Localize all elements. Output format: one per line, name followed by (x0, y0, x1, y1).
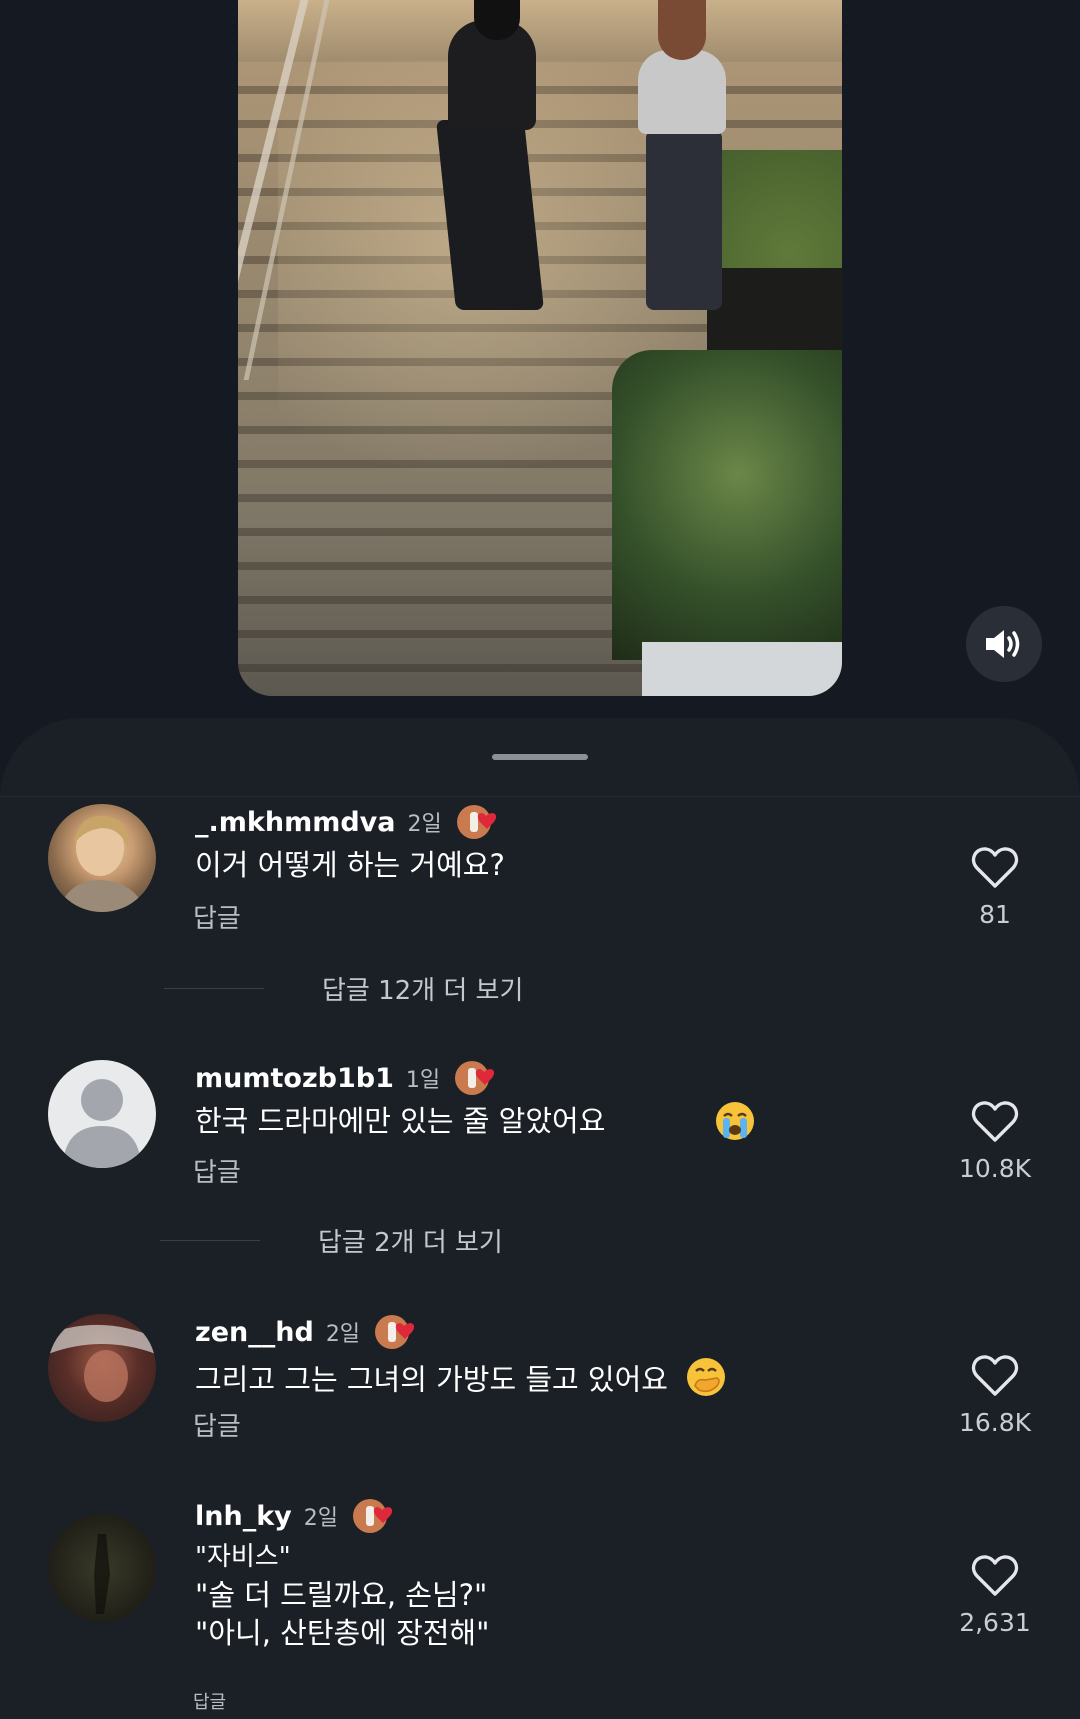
like-count: 81 (979, 900, 1011, 929)
comment-header: zen__hd 2일 (195, 1312, 415, 1352)
video-scene-planter (642, 642, 842, 696)
reply-button[interactable]: 답글 (193, 1406, 241, 1443)
reply-button[interactable]: 답글 (193, 1688, 226, 1714)
comment-username[interactable]: _.mkhmmdva (195, 807, 395, 838)
comment-date: 2일 (303, 1506, 339, 1531)
avatar[interactable] (48, 1060, 156, 1168)
comment-header: _.mkhmmdva 2일 (195, 802, 496, 842)
comment-text: 한국 드라마에만 있는 줄 알았어요 (195, 1102, 605, 1140)
comment-username[interactable]: mumtozb1b1 (195, 1063, 394, 1094)
like-group: 16.8K (945, 1354, 1045, 1437)
sound-toggle-button[interactable] (966, 606, 1042, 682)
avatar-photo (58, 815, 146, 912)
heart-icon[interactable] (971, 1354, 1019, 1398)
view-replies-line (160, 1240, 260, 1241)
heart-icon[interactable] (971, 846, 1019, 890)
avatar-photo (94, 1534, 110, 1614)
avatar[interactable] (48, 804, 156, 912)
avatar[interactable] (48, 1314, 156, 1422)
like-group: 2,631 (945, 1554, 1045, 1637)
video-scene-wall-block (707, 268, 842, 350)
video-person-man-head (474, 0, 520, 40)
comment-header: lnh_ky 2일 (195, 1496, 393, 1536)
sheet-divider (0, 796, 1080, 797)
drag-handle[interactable] (492, 754, 588, 760)
default-avatar-icon (64, 1079, 140, 1168)
comment-text: 이거 어떻게 하는 거예요? (195, 848, 505, 882)
view-more-replies-button[interactable]: 답글 2개 더 보기 (160, 1222, 503, 1259)
video-person-woman-hair (658, 0, 706, 60)
comment-username[interactable]: zen__hd (195, 1317, 314, 1348)
comment-date: 2일 (407, 812, 442, 837)
like-count: 2,631 (959, 1608, 1031, 1637)
comment-date: 2일 (325, 1322, 361, 1347)
video-scene-bushes-2 (612, 350, 842, 660)
video-area (0, 0, 1080, 740)
video-player[interactable] (238, 0, 842, 696)
comment-username[interactable]: lnh_ky (195, 1501, 292, 1532)
creator-liked-badge-icon (454, 1058, 495, 1098)
comment-text-content: 그리고 그는 그녀의 가방도 들고 있어요 (195, 1362, 668, 1397)
reply-button[interactable]: 답글 (193, 898, 241, 935)
heart-icon[interactable] (971, 1100, 1019, 1144)
like-count: 10.8K (958, 1154, 1032, 1183)
like-group: 10.8K (945, 1100, 1045, 1183)
like-group: 81 (945, 846, 1045, 929)
creator-liked-badge-icon (374, 1312, 415, 1352)
video-scene-wall (238, 0, 842, 62)
comment-text-content: 한국 드라마에만 있는 줄 알았어요 (195, 1104, 606, 1138)
comment-text-line-1: "자비스" (195, 1542, 291, 1572)
avatar-photo (48, 1324, 156, 1402)
comment-text-line-2: "술 더 드릴까요, 손님?" (195, 1578, 488, 1612)
face-with-hand-over-mouth-emoji (685, 1356, 727, 1407)
comment-date: 1일 (405, 1068, 441, 1093)
view-replies-label: 답글 2개 더 보기 (318, 1228, 503, 1258)
view-replies-label: 답글 12개 더 보기 (322, 976, 524, 1006)
creator-liked-badge-icon (352, 1496, 393, 1536)
video-person-woman (638, 50, 726, 134)
crying-face-emoji (714, 1100, 756, 1146)
view-more-replies-button[interactable]: 답글 12개 더 보기 (164, 970, 523, 1007)
creator-liked-badge-icon (456, 802, 496, 842)
comment-text: 그리고 그는 그녀의 가방도 들고 있어요 (195, 1356, 727, 1407)
view-replies-line (164, 988, 264, 989)
comments-sheet: _.mkhmmdva 2일 이거 어떻게 하는 거예요? 답글 81 답글 12… (0, 718, 1080, 1719)
comment-header: mumtozb1b1 1일 (195, 1058, 495, 1098)
avatar[interactable] (48, 1514, 156, 1622)
comment-text-line-3: "아니, 산탄총에 장전해" (195, 1616, 490, 1650)
reply-button[interactable]: 답글 (193, 1152, 241, 1189)
like-count: 16.8K (958, 1408, 1032, 1437)
video-person-woman-legs (646, 130, 722, 310)
speaker-on-icon (986, 630, 1020, 658)
heart-icon[interactable] (971, 1554, 1019, 1598)
